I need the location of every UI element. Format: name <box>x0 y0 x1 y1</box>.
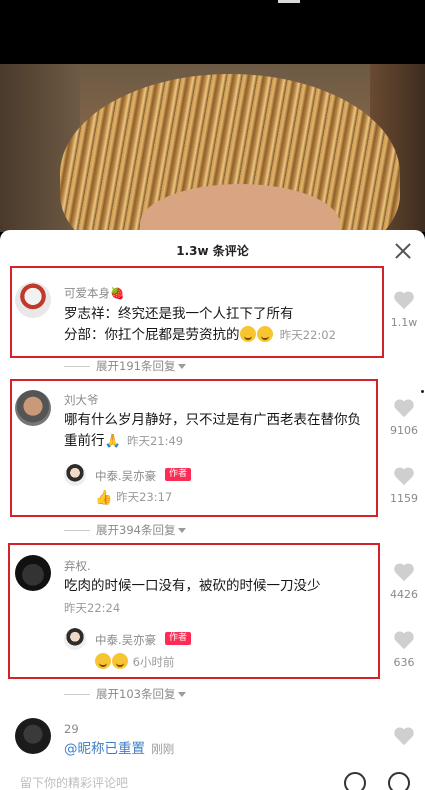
emoji-icon[interactable] <box>388 772 410 790</box>
scroll-indicator <box>421 390 424 393</box>
comment-text-line: 哪有什么岁月静好，只不过是有广西老表在替你负 <box>64 412 361 428</box>
heart-icon[interactable] <box>393 400 415 420</box>
reply-username[interactable]: 中泰.吴亦豪 <box>95 632 156 648</box>
comment-text-line: 罗志祥：终究还是我一个人扛下了所有 <box>64 306 294 322</box>
comment-time: 昨天22:02 <box>279 328 336 342</box>
heart-icon[interactable] <box>393 632 415 652</box>
reply-meta: 👍 昨天23:17 <box>95 489 172 506</box>
comment-text: 哪有什么岁月静好，只不过是有广西老表在替你负 重前行🙏 昨天21:49 <box>64 410 376 452</box>
comment-text: 罗志祥：终究还是我一个人扛下了所有 分部：你扛个屁都是劳资抗的 昨天22:02 <box>64 304 336 346</box>
laughing-emoji-icon <box>95 653 111 669</box>
expand-replies-button[interactable]: 展开103条回复 <box>64 686 187 702</box>
video-top-bar <box>0 0 425 64</box>
expand-replies-button[interactable]: 展开191条回复 <box>64 358 187 374</box>
like-count: 1.1w <box>390 316 418 329</box>
reply-meta: 6小时前 <box>95 653 174 670</box>
like-count: 9106 <box>390 424 418 437</box>
expand-replies-button[interactable]: 展开394条回复 <box>64 522 187 538</box>
like-group[interactable]: 9106 <box>384 400 424 437</box>
divider <box>64 694 90 695</box>
video-player[interactable] <box>0 0 425 232</box>
comment-time: 刚刚 <box>151 742 175 756</box>
smile-emoji-icon <box>256 326 273 342</box>
comment-panel: 1.3w 条评论 可爱本身🍓 罗志祥：终究还是我一个人扛下了所有 分部：你扛个屁… <box>0 230 425 790</box>
status-indicator <box>278 0 300 3</box>
like-group[interactable]: 636 <box>384 632 424 669</box>
heart-icon[interactable] <box>393 468 415 488</box>
reply-username[interactable]: 中泰.吴亦豪 <box>95 468 156 484</box>
heart-icon[interactable] <box>393 564 415 584</box>
comment-time: 昨天21:49 <box>126 434 184 448</box>
comment-text-line: 分部：你扛个屁都是劳资抗的 昨天22:02 <box>64 325 336 346</box>
expand-replies-label: 展开103条回复 <box>96 687 176 701</box>
like-count: 1159 <box>390 492 418 505</box>
thumbs-up-icon: 👍 <box>95 490 113 506</box>
avatar[interactable] <box>15 390 51 426</box>
heart-icon[interactable] <box>393 292 415 312</box>
comment-time: 昨天22:24 <box>64 601 121 615</box>
author-badge: 作者 <box>165 632 192 645</box>
expand-replies-label: 展开191条回复 <box>96 359 176 373</box>
avatar[interactable] <box>15 718 51 754</box>
reply-time: 昨天23:17 <box>116 490 173 504</box>
comment-text: 吃肉的时候一口没有，被砍的时候一刀没少 <box>64 576 321 597</box>
divider <box>64 366 90 367</box>
comment-username[interactable]: 29 <box>64 722 79 736</box>
close-icon[interactable] <box>393 241 413 261</box>
comment-text-line: 重前行🙏 昨天21:49 <box>64 431 376 452</box>
divider <box>64 530 90 531</box>
comment-username[interactable]: 可爱本身🍓 <box>64 285 124 301</box>
comment-text-segment: 分部：你扛个屁都是劳资抗的 <box>64 327 240 343</box>
heart-icon[interactable] <box>393 728 415 748</box>
mention-link[interactable]: @昵称已重置 <box>64 741 145 757</box>
comment-input-bar[interactable]: 留下你的精彩评论吧 <box>0 770 425 790</box>
like-group[interactable] <box>384 728 424 748</box>
like-group[interactable]: 4426 <box>384 564 424 601</box>
smile-emoji-icon <box>239 326 256 342</box>
like-count: 4426 <box>390 588 418 601</box>
chevron-down-icon <box>178 692 187 697</box>
comment-text-segment: 重前行 <box>64 433 105 449</box>
comment-text: @昵称已重置 刚刚 <box>64 739 174 760</box>
comment-username[interactable]: 弃权. <box>64 558 91 574</box>
chevron-down-icon <box>178 528 187 533</box>
comment-input[interactable]: 留下你的精彩评论吧 <box>20 774 128 790</box>
author-badge: 作者 <box>165 468 192 481</box>
avatar[interactable] <box>15 282 51 318</box>
video-frame <box>0 64 425 232</box>
pray-emoji-icon: 🙏 <box>104 434 121 449</box>
comment-username[interactable]: 刘大爷 <box>64 392 99 408</box>
laughing-emoji-icon <box>112 653 128 669</box>
at-icon[interactable] <box>344 772 366 790</box>
expand-replies-label: 展开394条回复 <box>96 523 176 537</box>
chevron-down-icon <box>178 364 187 369</box>
comment-text-line: 吃肉的时候一口没有，被砍的时候一刀没少 <box>64 578 321 594</box>
avatar[interactable] <box>15 555 51 591</box>
reply-time: 6小时前 <box>132 655 175 669</box>
avatar[interactable] <box>64 464 86 486</box>
like-count: 636 <box>393 656 415 669</box>
comment-count-title: 1.3w 条评论 <box>176 244 249 258</box>
like-group[interactable]: 1.1w <box>384 292 424 329</box>
avatar[interactable] <box>64 628 86 650</box>
like-group[interactable]: 1159 <box>384 468 424 505</box>
